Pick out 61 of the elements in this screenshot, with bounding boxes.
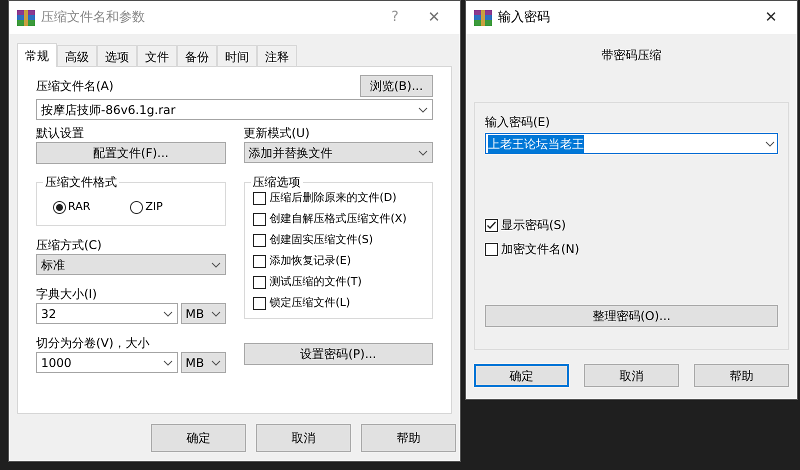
checkbox-label: 创建自解压格式压缩文件(X) xyxy=(270,211,407,228)
window-title: 输入密码 xyxy=(498,8,551,27)
checkbox[interactable] xyxy=(485,218,498,232)
dialog-button[interactable]: 确定 xyxy=(151,424,246,452)
checkbox-label: 显示密码(S) xyxy=(501,217,566,234)
tab[interactable]: 常规 xyxy=(17,43,57,67)
group-title: 压缩选项 xyxy=(250,174,302,190)
checkbox-label: 创建固实压缩文件(S) xyxy=(270,232,374,248)
checkbox-label: 测试压缩的文件(T) xyxy=(270,274,362,290)
checkbox[interactable] xyxy=(252,234,266,247)
update-mode-dropdown[interactable]: 添加并替换文件 xyxy=(244,142,433,163)
dialog-button[interactable]: 取消 xyxy=(256,424,351,452)
checkbox[interactable] xyxy=(252,297,266,310)
field-label: 切分为分卷(V)，大小 xyxy=(36,335,151,352)
field-label: 字典大小(I) xyxy=(36,286,98,303)
group-title: 压缩文件格式 xyxy=(43,174,119,190)
radio-button[interactable] xyxy=(130,200,144,214)
checkbox-label: 压缩后删除原来的文件(D) xyxy=(270,190,397,206)
unit-dropdown[interactable]: MB xyxy=(180,352,226,373)
radio-label: ZIP xyxy=(145,198,163,215)
method-dropdown[interactable]: 标准 xyxy=(36,254,226,275)
dialog-button[interactable]: 确定 xyxy=(474,364,569,387)
dictionary-size-dropdown[interactable]: 32 xyxy=(36,303,178,324)
checkbox[interactable] xyxy=(252,192,266,205)
tab[interactable]: 时间 xyxy=(217,45,257,67)
checkbox-label: 锁定压缩文件(L) xyxy=(270,295,350,312)
field-label: 更新模式(U) xyxy=(244,125,311,142)
archive-name-field[interactable]: 按摩店技师-86v6.1g.rar xyxy=(36,99,433,120)
dialog-subtitle: 带密码压缩 xyxy=(602,47,662,64)
app-logo-icon xyxy=(474,10,492,26)
window-title: 压缩文件名和参数 xyxy=(41,8,146,27)
app-logo-icon xyxy=(17,10,35,26)
field-label: 压缩方式(C) xyxy=(36,237,103,254)
checkbox-label: 添加恢复记录(E) xyxy=(270,253,352,270)
radio-label: RAR xyxy=(68,198,90,215)
password-field[interactable]: 上老王论坛当老王 xyxy=(485,133,778,154)
profiles-button[interactable]: 配置文件(F)... xyxy=(36,142,226,164)
set-password-button[interactable]: 设置密码(P)... xyxy=(244,343,433,365)
dialog-button[interactable]: 取消 xyxy=(584,364,679,387)
checkbox[interactable] xyxy=(252,276,266,289)
browse-button[interactable]: 浏览(B)... xyxy=(360,75,433,97)
tab[interactable]: 文件 xyxy=(137,45,177,67)
field-label: 输入密码(E) xyxy=(485,114,551,131)
checkbox[interactable] xyxy=(252,213,266,226)
checkbox[interactable] xyxy=(252,255,266,268)
tab[interactable]: 高级 xyxy=(57,45,97,67)
unit-dropdown[interactable]: MB xyxy=(180,303,226,324)
field-label: 压缩文件名(A) xyxy=(36,78,114,95)
radio-button[interactable] xyxy=(53,200,66,214)
dialog-button[interactable]: 帮助 xyxy=(361,424,456,452)
close-button[interactable]: ✕ xyxy=(416,6,452,29)
checkbox-label: 加密文件名(N) xyxy=(501,241,580,258)
checkbox[interactable] xyxy=(485,242,498,256)
close-button[interactable]: ✕ xyxy=(753,6,789,29)
tab[interactable]: 选项 xyxy=(97,45,137,67)
dialog-button[interactable]: 帮助 xyxy=(694,364,789,387)
field-label: 默认设置 xyxy=(36,125,85,142)
tab[interactable]: 备份 xyxy=(177,45,217,67)
tab[interactable]: 注释 xyxy=(257,45,297,67)
organize-passwords-button[interactable]: 整理密码(O)... xyxy=(485,305,778,327)
volume-size-dropdown[interactable]: 1000 xyxy=(36,352,178,373)
